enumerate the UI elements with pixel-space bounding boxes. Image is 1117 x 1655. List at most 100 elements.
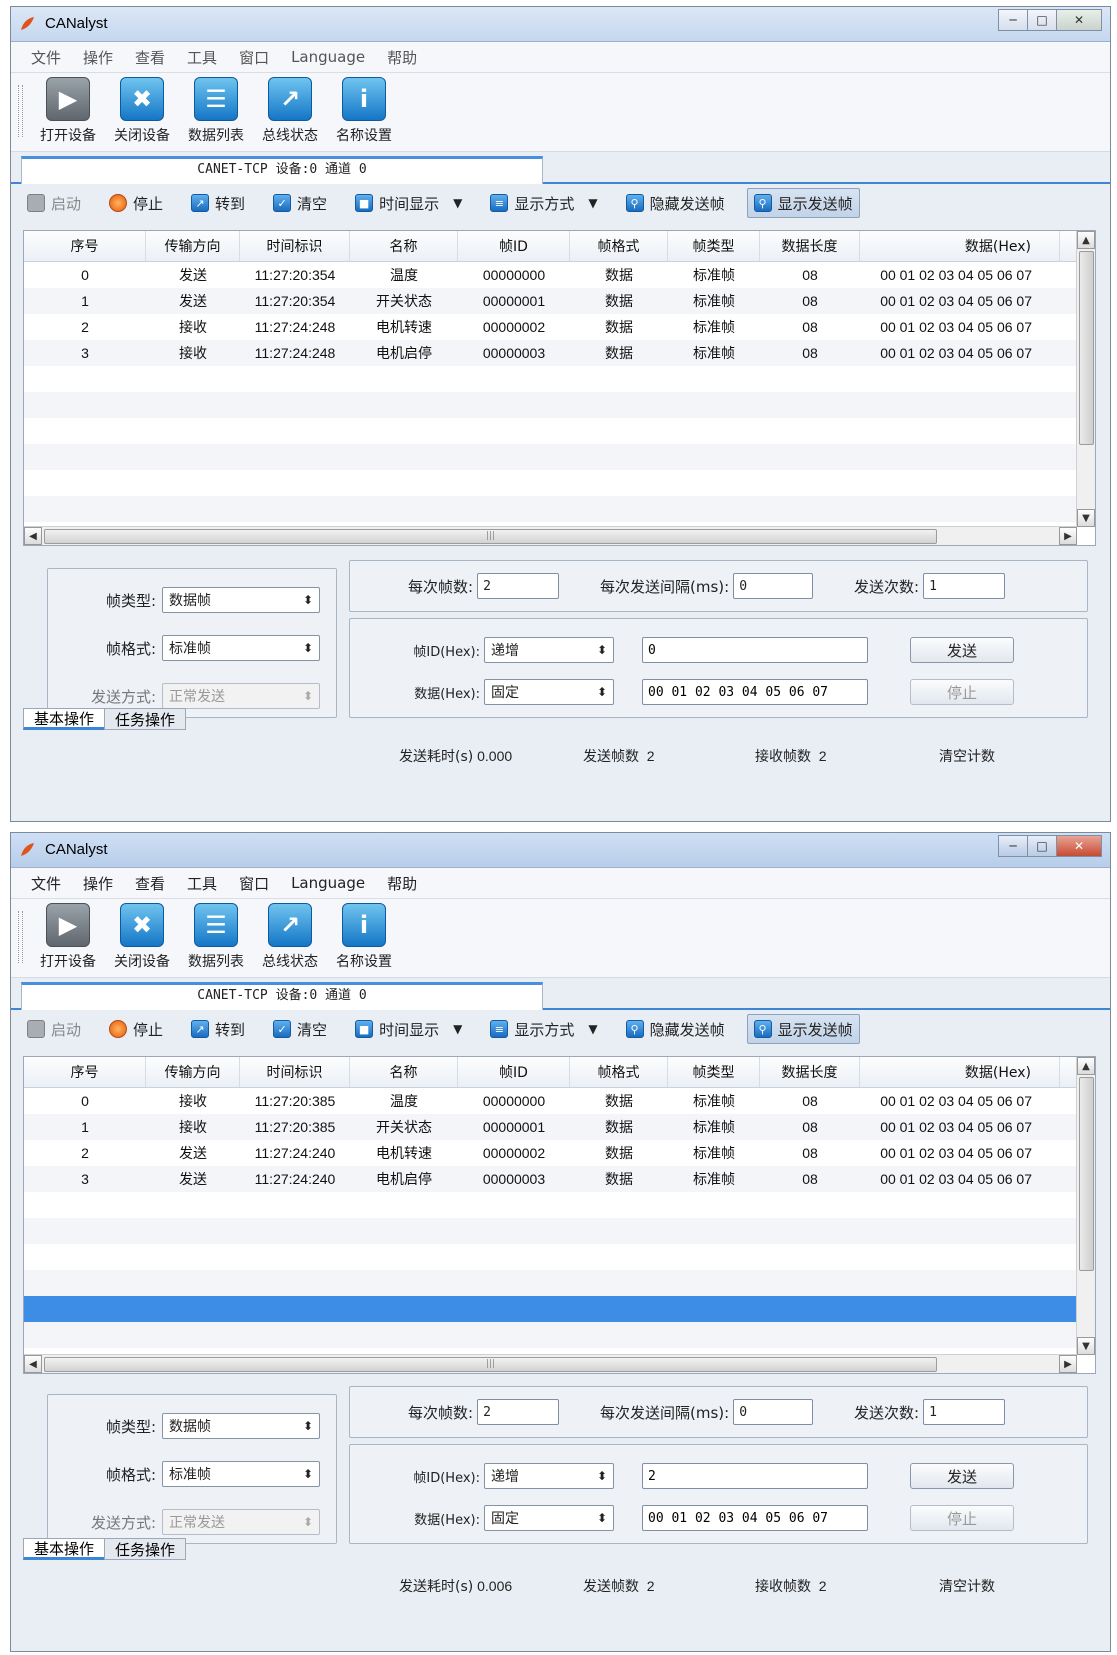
maximize-button[interactable]: □ bbox=[1027, 835, 1057, 857]
frames-per-input[interactable]: 2 bbox=[477, 573, 560, 599]
tab-task-operations[interactable]: 任务操作 bbox=[104, 1538, 187, 1560]
column-header[interactable]: 数据(Hex) bbox=[860, 231, 1060, 261]
toolbar-button[interactable]: ✖ 关闭设备 bbox=[105, 903, 179, 971]
scroll-up-icon[interactable]: ▲ bbox=[1077, 1057, 1095, 1075]
close-button[interactable]: ✕ bbox=[1056, 9, 1102, 31]
toolbar-button[interactable]: ↗ 总线状态 bbox=[253, 77, 327, 145]
table-row[interactable]: 3 接收 11:27:24:248 电机启停 00000003 数据 标准帧 08 00 01 … bbox=[24, 340, 1095, 366]
send-button[interactable]: 发送 bbox=[910, 637, 1014, 663]
column-header[interactable]: 帧格式 bbox=[570, 1057, 668, 1087]
toolbar-button[interactable]: ✖ 关闭设备 bbox=[105, 77, 179, 145]
frame-id-input[interactable]: 2 bbox=[642, 1463, 868, 1489]
tab-basic-operations[interactable]: 基本操作 bbox=[23, 1538, 106, 1560]
table-row[interactable] bbox=[24, 1244, 1095, 1270]
table-row[interactable]: 1 接收 11:27:20:385 开关状态 00000001 数据 标准帧 08 00 01 … bbox=[24, 1114, 1095, 1140]
clear-counts-button[interactable]: 清空计数 bbox=[939, 1576, 995, 1596]
start-button[interactable]: 启动 bbox=[21, 1014, 87, 1044]
toolbar-button[interactable]: i 名称设置 bbox=[327, 77, 401, 145]
menu-item[interactable]: 工具 bbox=[187, 47, 217, 68]
table-row[interactable] bbox=[24, 496, 1095, 522]
scroll-thumb[interactable]: ||| bbox=[44, 529, 937, 544]
horizontal-scrollbar[interactable]: ◀ ||| ▶ bbox=[24, 526, 1077, 545]
display-mode-dropdown[interactable]: ≡ 显示方式 ▼ bbox=[484, 188, 603, 218]
scroll-left-icon[interactable]: ◀ bbox=[24, 1355, 42, 1373]
send-count-input[interactable]: 1 bbox=[923, 1399, 1006, 1425]
menu-item[interactable]: 窗口 bbox=[239, 47, 269, 68]
toolbar-button[interactable]: ↗ 总线状态 bbox=[253, 903, 327, 971]
vertical-scrollbar[interactable]: ▲ ▼ bbox=[1076, 1057, 1095, 1355]
menu-item[interactable]: 文件 bbox=[31, 873, 61, 894]
stop-send-button[interactable]: 停止 bbox=[910, 1505, 1014, 1531]
close-button[interactable]: ✕ bbox=[1056, 835, 1102, 857]
table-row[interactable] bbox=[24, 1270, 1095, 1296]
column-header[interactable]: 帧ID bbox=[458, 1057, 570, 1087]
column-header[interactable]: 名称 bbox=[350, 231, 458, 261]
data-input[interactable]: 00 01 02 03 04 05 06 07 bbox=[642, 1505, 868, 1531]
goto-button[interactable]: ↗ 转到 bbox=[185, 1014, 251, 1044]
clear-button[interactable]: ✓ 清空 bbox=[267, 1014, 333, 1044]
column-header[interactable]: 帧类型 bbox=[668, 1057, 760, 1087]
minimize-button[interactable]: ─ bbox=[998, 9, 1028, 31]
stop-button[interactable]: 停止 bbox=[103, 1014, 169, 1044]
send-count-input[interactable]: 1 bbox=[923, 573, 1006, 599]
frames-per-input[interactable]: 2 bbox=[477, 1399, 560, 1425]
column-header[interactable]: 帧ID bbox=[458, 231, 570, 261]
goto-button[interactable]: ↗ 转到 bbox=[185, 188, 251, 218]
toolbar-button[interactable]: i 名称设置 bbox=[327, 903, 401, 971]
table-row[interactable]: 0 接收 11:27:20:385 温度 00000000 数据 标准帧 08 00 01 02… bbox=[24, 1088, 1095, 1114]
column-header[interactable]: 传输方向 bbox=[146, 1057, 240, 1087]
menu-item[interactable]: 工具 bbox=[187, 873, 217, 894]
menu-item[interactable]: 窗口 bbox=[239, 873, 269, 894]
menu-item[interactable]: 帮助 bbox=[387, 47, 417, 68]
menu-item[interactable]: 操作 bbox=[83, 873, 113, 894]
column-header[interactable]: 传输方向 bbox=[146, 231, 240, 261]
toolbar-button[interactable]: ☰ 数据列表 bbox=[179, 903, 253, 971]
column-header[interactable]: 数据长度 bbox=[760, 1057, 860, 1087]
frame-id-mode-select[interactable]: 递增 ⬍ bbox=[484, 637, 614, 663]
start-button[interactable]: 启动 bbox=[21, 188, 87, 218]
column-header[interactable]: 帧格式 bbox=[570, 231, 668, 261]
column-header[interactable]: 时间标识 bbox=[240, 1057, 350, 1087]
data-mode-select[interactable]: 固定 ⬍ bbox=[484, 1505, 614, 1531]
frame-type-select[interactable]: 数据帧 ⬍ bbox=[162, 587, 320, 613]
clear-button[interactable]: ✓ 清空 bbox=[267, 188, 333, 218]
scroll-thumb[interactable] bbox=[1079, 1077, 1094, 1271]
frame-type-select[interactable]: 数据帧 ⬍ bbox=[162, 1413, 320, 1439]
table-row[interactable]: 1 发送 11:27:20:354 开关状态 00000001 数据 标准帧 08 00 01 … bbox=[24, 288, 1095, 314]
table-row[interactable] bbox=[24, 392, 1095, 418]
stop-send-button[interactable]: 停止 bbox=[910, 679, 1014, 705]
vertical-scrollbar[interactable]: ▲ ▼ bbox=[1076, 231, 1095, 527]
tab-basic-operations[interactable]: 基本操作 bbox=[23, 708, 106, 730]
scroll-thumb[interactable]: ||| bbox=[44, 1357, 937, 1372]
table-row[interactable] bbox=[24, 1218, 1095, 1244]
show-send-frames-button[interactable]: ⚲ 显示发送帧 bbox=[746, 188, 860, 218]
interval-input[interactable]: 0 bbox=[733, 573, 814, 599]
menu-item[interactable]: 操作 bbox=[83, 47, 113, 68]
interval-input[interactable]: 0 bbox=[733, 1399, 814, 1425]
data-input[interactable]: 00 01 02 03 04 05 06 07 bbox=[642, 679, 868, 705]
scroll-down-icon[interactable]: ▼ bbox=[1077, 1337, 1095, 1355]
hide-send-frames-button[interactable]: ⚲ 隐藏发送帧 bbox=[620, 188, 731, 218]
scroll-down-icon[interactable]: ▼ bbox=[1077, 509, 1095, 527]
tab-task-operations[interactable]: 任务操作 bbox=[104, 708, 187, 730]
send-mode-select[interactable]: 正常发送 ⬍ bbox=[162, 1509, 320, 1535]
table-row[interactable] bbox=[24, 418, 1095, 444]
table-row[interactable] bbox=[24, 470, 1095, 496]
time-display-dropdown[interactable]: ■ 时间显示 ▼ bbox=[349, 1014, 468, 1044]
table-row[interactable]: 3 发送 11:27:24:240 电机启停 00000003 数据 标准帧 08 00 01 … bbox=[24, 1166, 1095, 1192]
data-mode-select[interactable]: 固定 ⬍ bbox=[484, 679, 614, 705]
send-mode-select[interactable]: 正常发送 ⬍ bbox=[162, 683, 320, 709]
display-mode-dropdown[interactable]: ≡ 显示方式 ▼ bbox=[484, 1014, 603, 1044]
minimize-button[interactable]: ─ bbox=[998, 835, 1028, 857]
frame-format-select[interactable]: 标准帧 ⬍ bbox=[162, 1461, 320, 1487]
frame-id-input[interactable]: 0 bbox=[642, 637, 868, 663]
menu-item[interactable]: 文件 bbox=[31, 47, 61, 68]
column-header[interactable]: 序号 bbox=[24, 1057, 146, 1087]
time-display-dropdown[interactable]: ■ 时间显示 ▼ bbox=[349, 188, 468, 218]
scroll-right-icon[interactable]: ▶ bbox=[1059, 527, 1077, 545]
device-tab[interactable]: CANET-TCP 设备:0 通道 0 bbox=[21, 982, 543, 1010]
table-row[interactable] bbox=[24, 1296, 1095, 1322]
clear-counts-button[interactable]: 清空计数 bbox=[939, 746, 995, 766]
show-send-frames-button[interactable]: ⚲ 显示发送帧 bbox=[746, 1014, 860, 1044]
frame-id-mode-select[interactable]: 递增 ⬍ bbox=[484, 1463, 614, 1489]
